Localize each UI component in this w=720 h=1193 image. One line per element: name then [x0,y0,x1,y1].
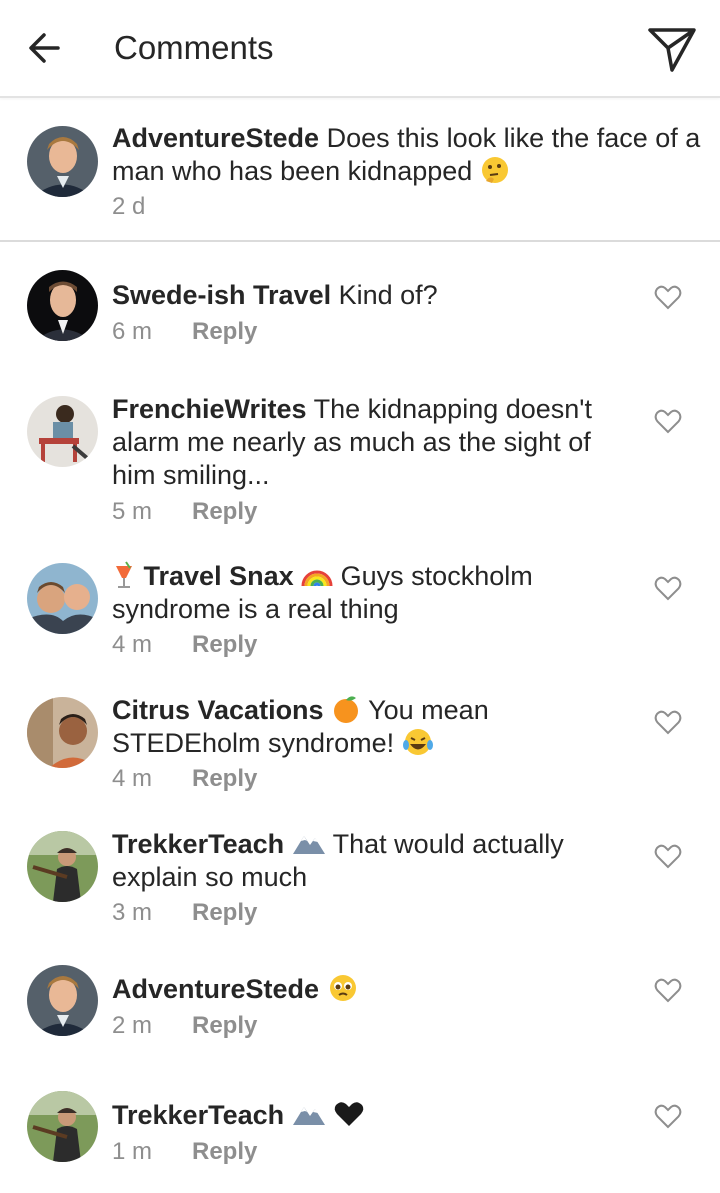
heart-icon[interactable] [654,977,682,1003]
heart-icon[interactable] [654,709,682,735]
comment-meta: 1 m Reply [112,1138,257,1166]
comment-body: Swede-ish Travel Kind of? [112,279,612,312]
avatar[interactable] [27,126,98,197]
comment-timestamp: 4 m [112,631,153,658]
reply-button[interactable]: Reply [192,899,257,926]
comment-username[interactable]: AdventureStede [112,974,319,1004]
comment-username[interactable]: Citrus Vacations [112,695,324,725]
snow-mountain-icon [292,1107,325,1125]
comment-meta: 4 m Reply [112,765,257,793]
reply-button[interactable]: Reply [192,498,257,525]
comment-timestamp: 5 m [112,498,153,525]
heart-icon[interactable] [654,575,682,601]
comment-body: TrekkerTeach [112,1099,612,1132]
avatar[interactable] [27,831,98,902]
reply-button[interactable]: Reply [192,631,257,658]
heart-icon[interactable] [654,284,682,310]
comment-timestamp: 3 m [112,899,153,926]
comment-body: Travel Snax Guys stockholm syndrome is a… [112,560,612,626]
heart-icon[interactable] [654,843,682,869]
thinking-face-icon [481,157,508,183]
avatar[interactable] [27,270,98,341]
comment-meta: 6 m Reply [112,318,257,346]
arrow-left-icon[interactable] [24,28,64,68]
comment-meta: 3 m Reply [112,899,257,927]
comment-meta: 2 m Reply [112,1012,257,1040]
heart-icon[interactable] [654,408,682,434]
comment-timestamp: 1 m [112,1138,153,1165]
pleading-face-icon [329,975,356,1001]
reply-button[interactable]: Reply [192,1138,257,1165]
page-title: Comments [114,29,274,66]
comment-body: FrenchieWrites The kidnapping doesn't al… [112,393,612,492]
laughing-tears-icon [402,729,433,755]
comment-username[interactable]: Travel Snax [144,561,294,591]
paper-plane-icon[interactable] [646,24,698,76]
comment-username[interactable]: TrekkerTeach [112,1100,284,1130]
tangerine-icon [334,696,359,723]
comment-body: AdventureStede Does this look like the f… [112,122,712,188]
avatar[interactable] [27,1091,98,1162]
reply-button[interactable]: Reply [192,1012,257,1039]
comment-timestamp: 4 m [112,765,153,792]
avatar[interactable] [27,965,98,1036]
header-bar: Comments [0,0,720,98]
comment-text: Kind of? [338,280,438,310]
reply-button[interactable]: Reply [192,765,257,792]
comment-meta: 5 m Reply [112,498,257,526]
avatar[interactable] [27,563,98,634]
comment-timestamp: 2 d [112,193,146,220]
comment-body: Citrus Vacations You mean STEDEholm synd… [112,694,612,760]
comment-timestamp: 2 m [112,1012,153,1039]
comment-body: TrekkerTeach That would actually explain… [112,828,612,894]
comment-meta: 4 m Reply [112,631,257,659]
tropical-drink-icon [116,561,132,588]
comment-timestamp: 6 m [112,318,153,345]
comment-username[interactable]: TrekkerTeach [112,829,284,859]
black-heart-icon [334,1102,364,1126]
caption: AdventureStede Does this look like the f… [0,98,720,242]
comment-username[interactable]: AdventureStede [112,123,319,153]
avatar[interactable] [27,396,98,467]
snow-mountain-icon [292,836,325,854]
avatar[interactable] [27,697,98,768]
comment-username[interactable]: Swede-ish Travel [112,280,331,310]
reply-button[interactable]: Reply [192,318,257,345]
comment-body: AdventureStede [112,973,612,1006]
rainbow-icon [301,570,333,587]
comment-username[interactable]: FrenchieWrites [112,394,307,424]
comment-meta: 2 d [112,193,192,221]
heart-icon[interactable] [654,1103,682,1129]
